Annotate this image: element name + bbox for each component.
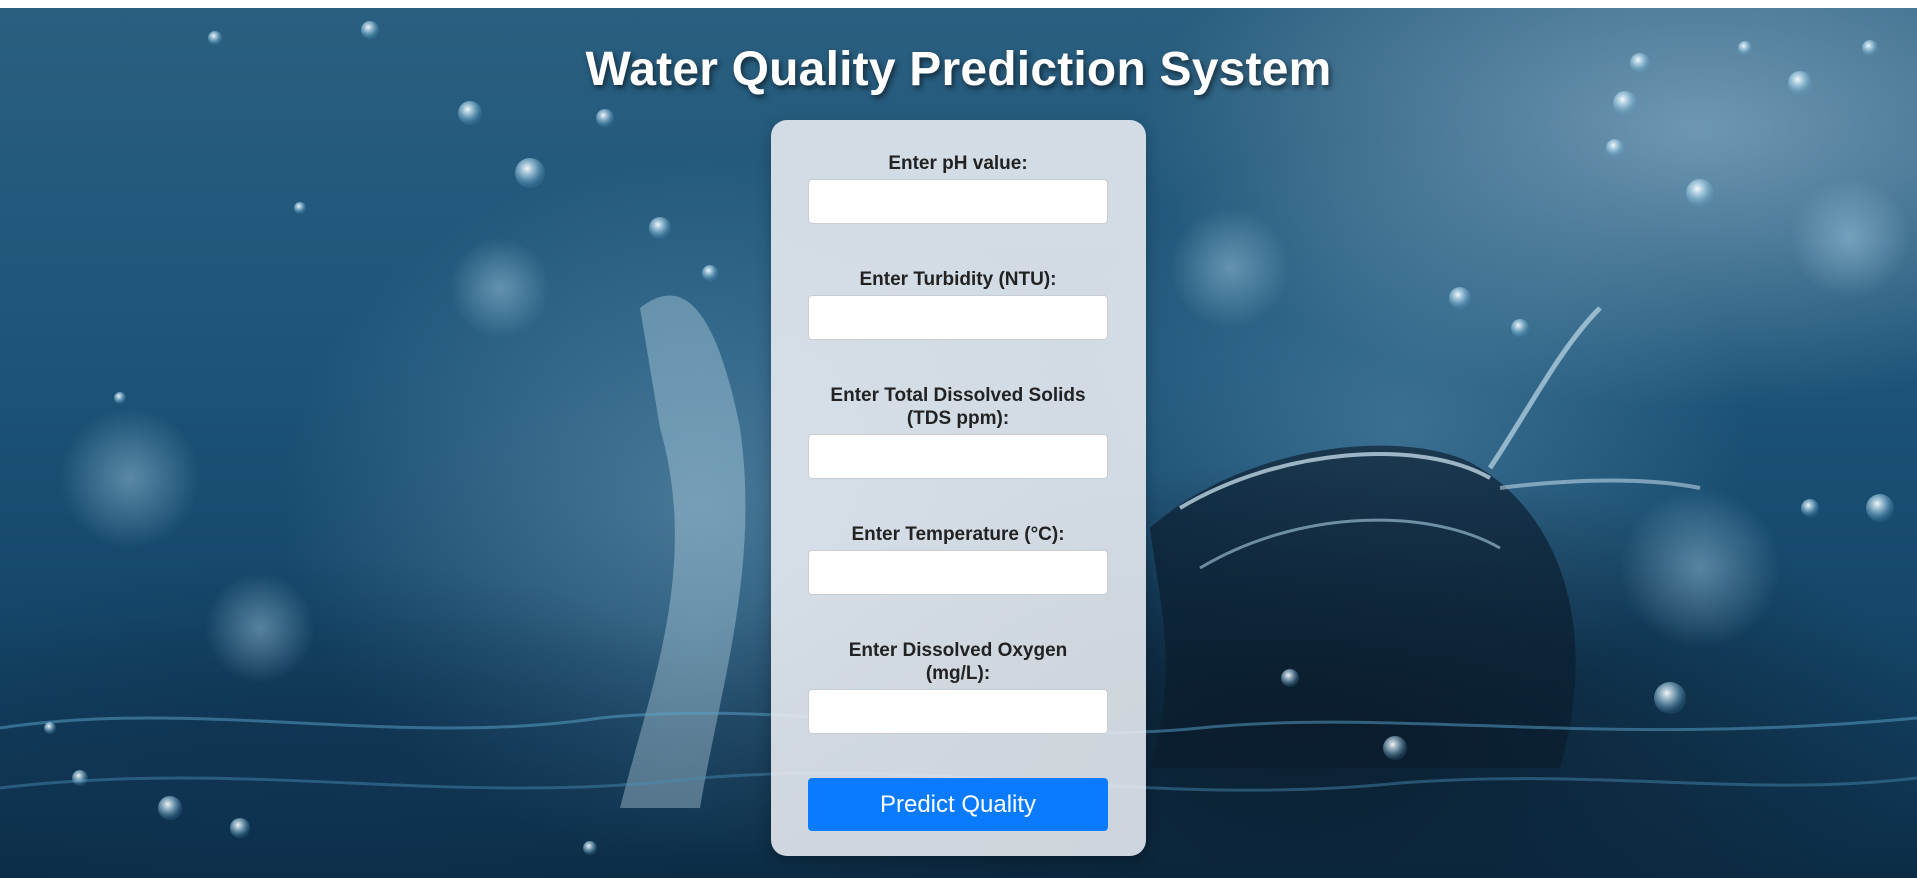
tds-input[interactable]: [808, 434, 1108, 479]
ph-input[interactable]: [808, 179, 1108, 224]
ph-label: Enter pH value:: [888, 153, 1028, 174]
page-background: Water Quality Prediction System Enter pH…: [0, 8, 1917, 878]
predict-quality-button[interactable]: Predict Quality: [808, 778, 1108, 831]
ph-field: Enter pH value:: [808, 152, 1108, 224]
tds-field: Enter Total Dissolved Solids (TDS ppm):: [808, 384, 1108, 479]
temperature-input[interactable]: [808, 550, 1108, 595]
dissolved-oxygen-label: Enter Dissolved Oxygen (mg/L):: [848, 640, 1068, 684]
page-title: Water Quality Prediction System: [585, 43, 1332, 96]
turbidity-field: Enter Turbidity (NTU):: [808, 268, 1108, 340]
tds-label: Enter Total Dissolved Solids (TDS ppm):: [830, 385, 1086, 429]
prediction-form: Enter pH value: Enter Turbidity (NTU): E…: [771, 120, 1146, 856]
dissolved-oxygen-input[interactable]: [808, 689, 1108, 734]
temperature-field: Enter Temperature (°C):: [808, 523, 1108, 595]
turbidity-input[interactable]: [808, 295, 1108, 340]
dissolved-oxygen-field: Enter Dissolved Oxygen (mg/L):: [808, 639, 1108, 734]
turbidity-label: Enter Turbidity (NTU):: [859, 269, 1057, 290]
temperature-label: Enter Temperature (°C):: [851, 524, 1065, 545]
